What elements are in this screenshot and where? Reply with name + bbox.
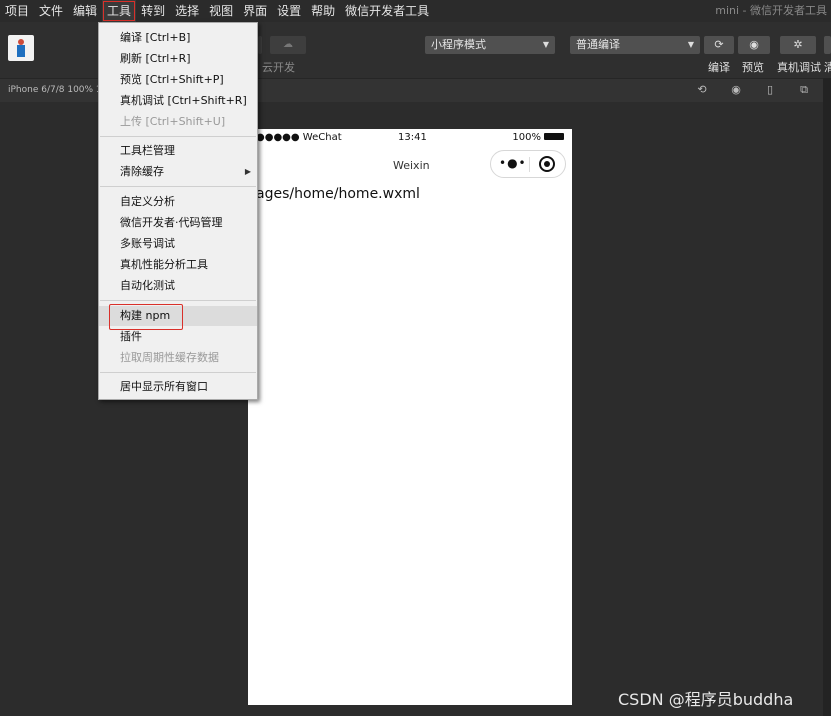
avatar[interactable] (8, 35, 34, 61)
menu-item-upload: 上传 [Ctrl+Shift+U] (120, 115, 226, 128)
cloud-dev-label: 云开发 (262, 61, 295, 74)
nav-bar: Weixin •●• (248, 149, 572, 181)
compile-select-value: 普通编译 (576, 38, 620, 51)
menu-file[interactable]: 文件 (34, 0, 68, 22)
menu-separator (100, 136, 256, 137)
capsule-menu[interactable]: •●• (490, 150, 566, 178)
menu-item-perf-analysis[interactable]: 真机性能分析工具 (99, 255, 257, 275)
mode-select-value: 小程序模式 (431, 38, 486, 51)
cut-icon[interactable] (824, 36, 831, 54)
menu-edit[interactable]: 编辑 (68, 0, 102, 22)
menu-view[interactable]: 视图 (204, 0, 238, 22)
status-bar: ●●●●● WeChat 13:41 100% (248, 129, 572, 147)
status-time: 13:41 (398, 132, 427, 143)
menu-item-plugins[interactable]: 插件 (99, 327, 257, 347)
menu-separator (100, 372, 256, 373)
menu-item-multi-account-debug[interactable]: 多账号调试 (99, 234, 257, 254)
menu-item-toolbar-manage[interactable]: 工具栏管理 (99, 141, 257, 161)
action-compile[interactable]: 编译 (708, 59, 730, 75)
menu-separator (100, 186, 256, 187)
battery-label: 100% (512, 132, 541, 143)
compile-select[interactable]: 普通编译 ▼ (570, 36, 700, 54)
toolbar-button-edge[interactable] (258, 36, 262, 54)
action-clear[interactable]: 清 (824, 59, 831, 75)
avatar-body (17, 45, 25, 57)
tools-dropdown-menu: 编译 [Ctrl+B] 刷新 [Ctrl+R] 预览 [Ctrl+Shift+P… (98, 22, 258, 400)
action-preview[interactable]: 预览 (742, 59, 764, 75)
menu-item-refresh[interactable]: 刷新 [Ctrl+R] (99, 49, 257, 69)
menu-tools[interactable]: 工具 (102, 0, 137, 22)
carrier-label: ●●●●● WeChat (256, 132, 342, 143)
menu-item-preview[interactable]: 预览 [Ctrl+Shift+P] (99, 70, 257, 90)
mode-select[interactable]: 小程序模式 ▼ (425, 36, 555, 54)
menu-item-center-windows[interactable]: 居中显示所有窗口 (99, 377, 257, 397)
menu-help[interactable]: 帮助 (306, 0, 340, 22)
right-panel-edge (823, 78, 831, 716)
close-target-icon[interactable] (539, 156, 555, 172)
device-selector[interactable]: iPhone 6/7/8 100% 16 (8, 85, 107, 95)
phone-simulator[interactable]: ●●●●● WeChat 13:41 100% Weixin •●• ages/… (248, 129, 572, 705)
cloud-icon[interactable]: ☁ (270, 36, 306, 54)
record-icon[interactable]: ◉ (730, 84, 742, 96)
capsule-divider (529, 157, 530, 172)
action-remote-debug[interactable]: 真机调试 (777, 59, 821, 75)
eye-icon[interactable]: ◉ (738, 36, 770, 54)
more-icon[interactable]: •●• (499, 156, 527, 170)
menu-item-code-management[interactable]: 微信开发者·代码管理 (99, 213, 257, 233)
bug-icon[interactable]: ✲ (780, 36, 816, 54)
menubar: 项目 文件 编辑 工具 转到 选择 视图 界面 设置 帮助 微信开发者工具 mi… (0, 0, 831, 22)
rotate-icon[interactable]: ⟲ (696, 84, 708, 96)
window-title: mini - 微信开发者工具 (715, 4, 827, 17)
caret-down-icon: ▼ (542, 40, 549, 49)
page-path-text: ages/home/home.wxml (256, 186, 420, 202)
menu-separator (100, 300, 256, 301)
menu-item-compile[interactable]: 编译 [Ctrl+B] (99, 28, 257, 48)
menu-item-fetch-cache: 拉取周期性缓存数据 (120, 351, 219, 364)
watermark: CSDN @程序员buddha (618, 690, 794, 709)
menu-select[interactable]: 选择 (170, 0, 204, 22)
window-icon[interactable]: ⧉ (798, 84, 810, 96)
menu-settings[interactable]: 设置 (272, 0, 306, 22)
phone-icon[interactable]: ▯ (764, 84, 776, 96)
refresh-icon[interactable]: ⟳ (704, 36, 734, 54)
menu-wechat-devtools[interactable]: 微信开发者工具 (340, 0, 434, 22)
battery-icon (544, 133, 564, 140)
menu-interface[interactable]: 界面 (238, 0, 272, 22)
submenu-arrow-icon: ▶ (244, 167, 251, 176)
menu-item-clear-cache-label: 清除缓存 (120, 165, 164, 178)
menu-item-clear-cache[interactable]: 清除缓存 ▶ (99, 162, 257, 182)
nav-title: Weixin (393, 159, 430, 172)
menu-project[interactable]: 项目 (0, 0, 34, 22)
menu-item-auto-test[interactable]: 自动化测试 (99, 276, 257, 296)
menu-goto[interactable]: 转到 (136, 0, 170, 22)
menu-item-custom-analysis[interactable]: 自定义分析 (99, 192, 257, 212)
battery-indicator: 100% (512, 132, 564, 143)
caret-down-icon: ▼ (687, 40, 694, 49)
menu-item-remote-debug[interactable]: 真机调试 [Ctrl+Shift+R] (99, 91, 257, 111)
